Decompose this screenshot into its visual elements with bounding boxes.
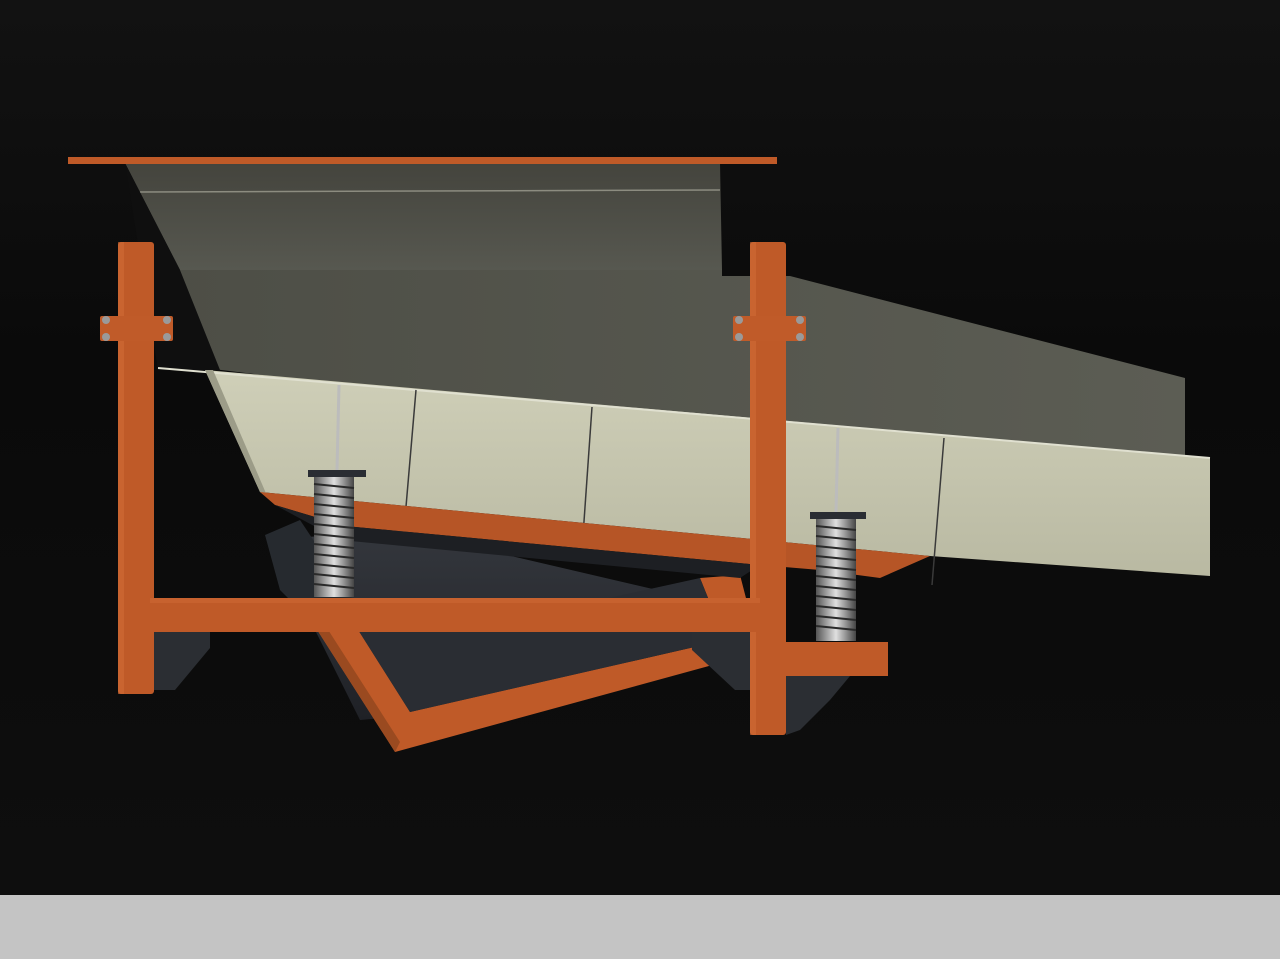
hopper-top-flange	[68, 157, 777, 164]
right-bracket	[784, 642, 888, 676]
crossbeam	[150, 598, 760, 632]
status-bar	[0, 895, 1280, 959]
render-viewport	[0, 0, 1280, 895]
feeder-scene	[68, 157, 1211, 752]
